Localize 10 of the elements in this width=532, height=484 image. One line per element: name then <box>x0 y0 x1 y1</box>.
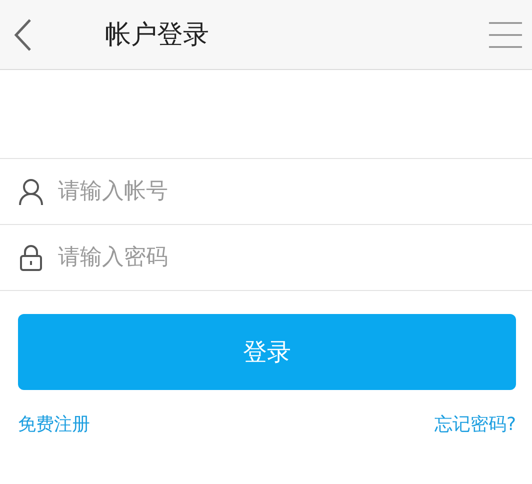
login-button[interactable]: 登录 <box>18 314 516 390</box>
register-link[interactable]: 免费注册 <box>18 412 90 436</box>
back-icon[interactable] <box>12 18 34 52</box>
password-field[interactable]: 请输入密码 <box>58 238 532 278</box>
username-field[interactable]: 请输入帐号 <box>58 172 532 212</box>
forgot-password-link[interactable]: 忘记密码? <box>434 412 516 436</box>
lock-icon <box>18 244 44 272</box>
user-icon <box>18 178 44 206</box>
window-title: 帐户登录 <box>105 19 210 52</box>
menu-icon[interactable] <box>489 20 522 48</box>
